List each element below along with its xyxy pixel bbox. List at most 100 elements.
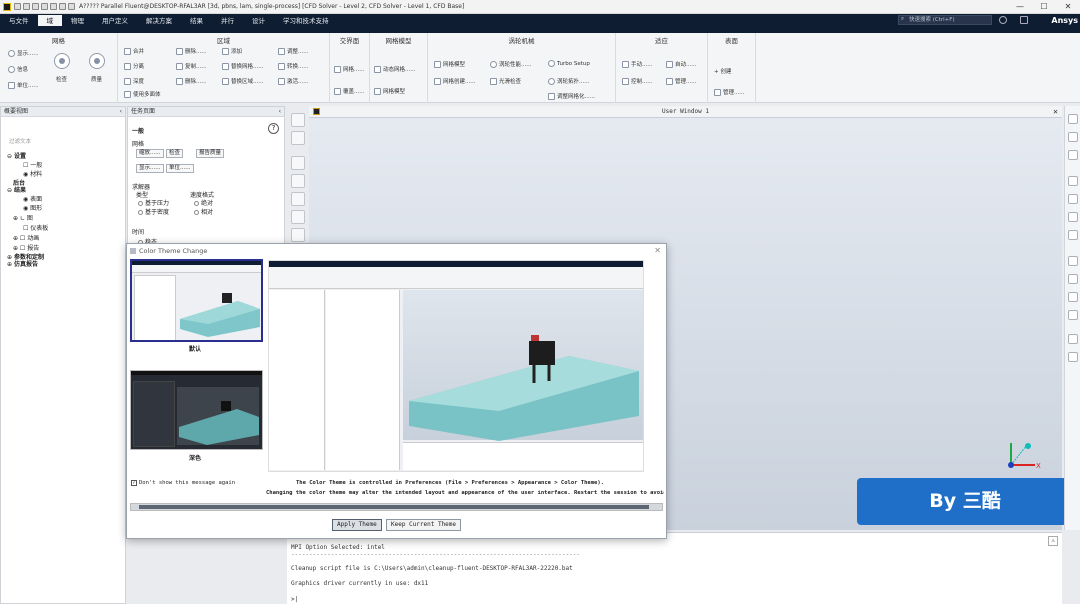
replace-zone-button[interactable]: 替换区域...... [222, 77, 264, 85]
camera-icon[interactable] [1068, 194, 1078, 204]
zone-merge-button[interactable]: 合并 [124, 47, 144, 55]
tab-parallel[interactable]: 并行 [212, 15, 243, 26]
surface-create-button[interactable]: + 创建 [714, 67, 731, 75]
undo-view-icon[interactable] [1068, 230, 1078, 240]
eye-icon[interactable] [1068, 176, 1078, 186]
collapse-icon[interactable]: ‹ [120, 107, 122, 116]
help-icon[interactable] [999, 16, 1007, 24]
adapt-manual-button[interactable]: 手动...... [622, 60, 653, 68]
tab-learning[interactable]: 学习和技术支持 [274, 15, 338, 26]
rotate-icon[interactable] [291, 174, 305, 188]
velocity-absolute-radio[interactable]: 绝对 [194, 198, 213, 207]
mesh-display-button[interactable]: 显示...... [8, 49, 39, 57]
smooth-check-button[interactable]: 光滑检查 [490, 77, 521, 85]
dialog-close-icon[interactable]: ✕ [654, 244, 661, 258]
adjust-meshing-button[interactable]: 调整网格化...... [548, 92, 595, 100]
zone-add-button[interactable]: 添加 [222, 47, 242, 55]
zone-separate-button[interactable]: 分离 [124, 62, 144, 70]
zone-depth-button[interactable]: 深度 [124, 77, 144, 85]
color-icon[interactable] [1068, 150, 1078, 160]
zone-activate-button[interactable]: 激活...... [278, 77, 309, 85]
keep-theme-button[interactable]: Keep Current Theme [386, 519, 462, 531]
table-icon[interactable] [1068, 310, 1078, 320]
tab-results[interactable]: 结果 [181, 15, 212, 26]
mesh-units-button[interactable]: 单位...... [8, 81, 39, 89]
undo-icon[interactable] [50, 3, 57, 10]
adapt-auto-button[interactable]: 自动...... [666, 60, 697, 68]
console-prompt[interactable]: >| [291, 596, 298, 603]
help-icon[interactable]: ? [268, 123, 279, 134]
outline-filter-input[interactable]: 过滤文本 [9, 137, 31, 145]
target-icon[interactable] [1068, 352, 1078, 362]
mesh-check-icon[interactable] [54, 53, 70, 69]
quick-search-input[interactable]: 快速搜索 (Ctrl+F) [898, 15, 992, 25]
render-icon[interactable] [1068, 114, 1078, 124]
theme-default-option[interactable] [130, 259, 263, 342]
tab-file[interactable]: 与文件 [0, 15, 38, 26]
zone-remove-button[interactable]: 删除...... [176, 77, 207, 85]
tab-physics[interactable]: 物理 [62, 15, 93, 26]
close-button[interactable]: ✕ [1056, 0, 1080, 14]
interface-overset-button[interactable]: 覆盖...... [334, 87, 365, 95]
turbo-setup-button[interactable]: Turbo Setup [548, 60, 590, 67]
zoom-fit-icon[interactable] [291, 210, 305, 224]
view-copy-icon[interactable] [291, 131, 305, 145]
report-icon[interactable] [1068, 292, 1078, 302]
display-button[interactable]: 显示...... [136, 164, 164, 173]
theme-dark-option[interactable] [130, 370, 263, 450]
horizontal-scrollbar[interactable] [130, 503, 663, 511]
open-icon[interactable] [23, 3, 30, 10]
turbo-mesh-create-button[interactable]: 网格创建...... [434, 77, 476, 85]
dynamic-mesh-button[interactable]: 动态网格...... [374, 65, 416, 73]
scale-icon[interactable] [1068, 274, 1078, 284]
tree-dashboard[interactable]: ☐ 仪表板 [23, 224, 48, 234]
type-pressure-radio[interactable]: 基于压力 [138, 198, 169, 207]
replace-mesh-button[interactable]: 替换网格...... [222, 62, 264, 70]
tree-materials[interactable]: ◉ 材料 [23, 170, 42, 180]
graphics-close-icon[interactable]: ✕ [1053, 106, 1058, 117]
turbo-mesh-model-button[interactable]: 网格模型 [434, 60, 465, 68]
interface-mesh-button[interactable]: 网格...... [334, 65, 365, 73]
scale-button[interactable]: 缩放...... [136, 149, 164, 158]
tab-design[interactable]: 设计 [243, 15, 274, 26]
view-sphere-icon[interactable] [291, 113, 305, 127]
turbo-topology-button[interactable]: 涡轮拓扑...... [548, 77, 590, 85]
pointer-icon[interactable] [291, 156, 305, 170]
check-button[interactable]: 检查 [166, 149, 184, 158]
mesh-quality-icon[interactable] [89, 53, 105, 69]
dont-show-checkbox[interactable]: ✓ Don't show this message again [131, 480, 235, 486]
warning-icon[interactable]: ⚠ [1048, 536, 1058, 546]
zone-convert-button[interactable]: 转换...... [278, 62, 309, 70]
type-density-radio[interactable]: 基于密度 [138, 207, 169, 216]
layout-toggle-icon[interactable] [1020, 16, 1028, 24]
minimize-button[interactable]: — [1008, 0, 1032, 14]
apply-theme-button[interactable]: Apply Theme [332, 519, 382, 531]
velocity-relative-radio[interactable]: 相对 [194, 207, 213, 216]
new-icon[interactable] [14, 3, 21, 10]
copy-icon[interactable] [1068, 334, 1078, 344]
mesh-info-button[interactable]: 信息 [8, 65, 28, 73]
zone-copy-button[interactable]: 复制...... [176, 62, 207, 70]
light-icon[interactable] [1068, 132, 1078, 142]
shape-icon[interactable] [1068, 212, 1078, 222]
report-quality-button[interactable]: 报告质量 [196, 149, 225, 158]
layout-icon[interactable] [68, 3, 75, 10]
tree-plots[interactable]: ⊕ ∟ 图 [13, 214, 33, 224]
units-button[interactable]: 单位...... [166, 164, 194, 173]
tree-graphics[interactable]: ◉ 图形 [23, 204, 42, 214]
adapt-manage-button[interactable]: 管理...... [666, 77, 697, 85]
turbo-performance-button[interactable]: 涡轮性能...... [490, 60, 532, 68]
adapt-control-button[interactable]: 控制...... [622, 77, 653, 85]
zone-adjust-button[interactable]: 调整...... [278, 47, 309, 55]
tab-user-defined[interactable]: 用户定义 [93, 15, 137, 26]
tab-domain[interactable]: 域 [37, 15, 62, 26]
zoom-icon[interactable] [291, 228, 305, 242]
maximize-button[interactable]: ☐ [1032, 0, 1056, 14]
plot-icon[interactable] [1068, 256, 1078, 266]
polyhedra-button[interactable]: 使用多面体 [124, 90, 161, 98]
tree-animations[interactable]: ⊕ ☐ 动画 [13, 234, 39, 244]
task-collapse-icon[interactable]: ‹ [279, 107, 281, 116]
zone-delete-button[interactable]: 删除...... [176, 47, 207, 55]
mesh-model-button[interactable]: 网格模型 [374, 87, 405, 95]
screenshot-icon[interactable] [59, 3, 66, 10]
